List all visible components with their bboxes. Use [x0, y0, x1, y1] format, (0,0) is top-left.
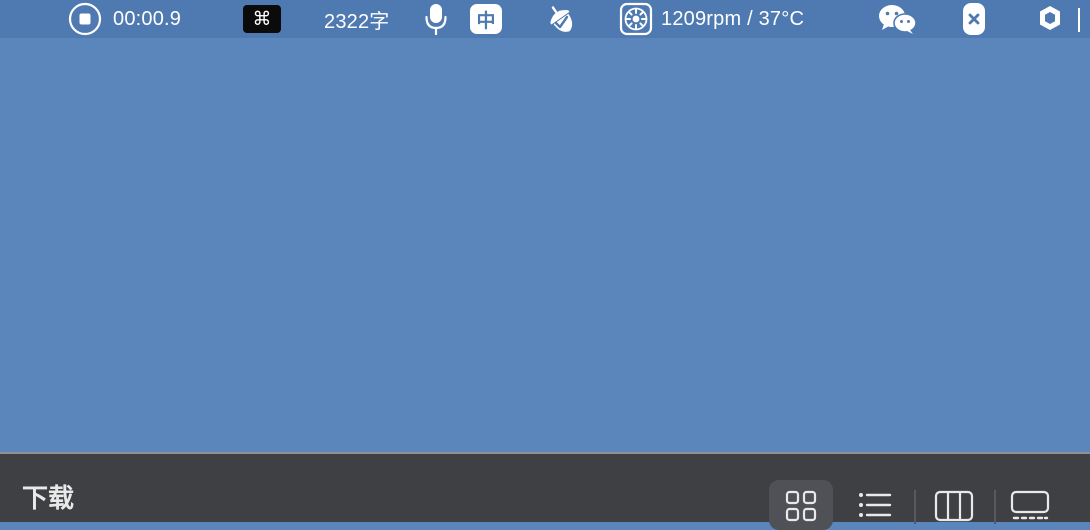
grid-icon: [785, 490, 817, 522]
command-key-icon: ⌘: [243, 5, 281, 33]
fan-icon[interactable]: [619, 2, 653, 36]
screen-recorder-status[interactable]: 00:00.9: [68, 0, 181, 38]
hexagon-app-status[interactable]: [1037, 0, 1063, 38]
fan-temperature-reading: 1209rpm / 37°C: [661, 7, 805, 30]
close-x-icon[interactable]: [963, 3, 985, 35]
gallery-icon: [1010, 490, 1050, 522]
list-view-button[interactable]: [843, 480, 907, 530]
input-method-menu[interactable]: 中: [470, 0, 502, 38]
microphone-status[interactable]: [424, 0, 448, 38]
fan-temperature-monitor[interactable]: 1209rpm / 37°C: [619, 0, 804, 38]
acorn-icon[interactable]: [544, 2, 578, 36]
list-icon: [857, 490, 893, 522]
columns-icon: [934, 490, 974, 522]
word-count-status[interactable]: 2322字: [324, 0, 390, 38]
hexagon-icon[interactable]: [1037, 2, 1063, 36]
stop-record-icon[interactable]: [68, 2, 102, 36]
downloads-panel: 下载: [0, 452, 1090, 530]
view-toolbar-divider: [914, 490, 916, 524]
command-key-indicator[interactable]: ⌘: [243, 0, 281, 38]
input-method-label: 中: [470, 4, 502, 34]
view-toolbar-divider: [994, 490, 996, 524]
acorn-app-status[interactable]: [544, 0, 578, 38]
word-count-label: 2322字: [324, 10, 390, 33]
wechat-icon[interactable]: [877, 2, 919, 36]
menu-bar-divider: [1078, 8, 1080, 32]
panel-title: 下载: [22, 484, 75, 514]
gallery-view-button[interactable]: [998, 480, 1062, 530]
desktop-background: [0, 38, 1090, 452]
wechat-status[interactable]: [877, 0, 919, 38]
microphone-icon[interactable]: [424, 2, 448, 36]
recording-timer: 00:00.9: [113, 7, 182, 30]
icon-grid-view-button[interactable]: [769, 480, 833, 530]
menu-bar: 00:00.9 ⌘ 2322字 中 1209rpm / 37°C: [0, 0, 1090, 38]
column-view-button[interactable]: [922, 480, 986, 530]
close-app-status[interactable]: [963, 0, 985, 38]
